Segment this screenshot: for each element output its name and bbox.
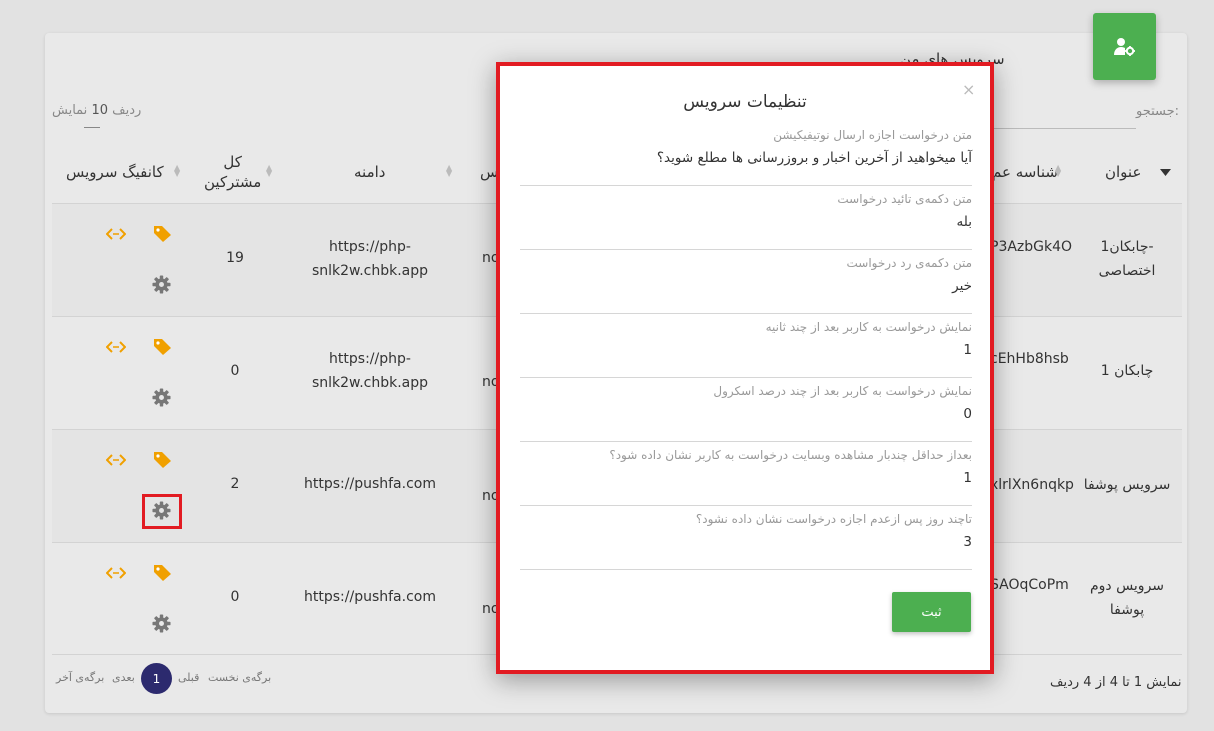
- tag-icon[interactable]: [153, 451, 172, 469]
- row-id: SAOqCoPm: [990, 577, 1069, 593]
- gear-icon[interactable]: [152, 388, 171, 407]
- sort-arrows-icon[interactable]: ▲ ▼: [266, 164, 272, 178]
- row-domain[interactable]: https://php-snlk2w.chbk.app: [300, 235, 440, 283]
- row-total: 0: [230, 363, 240, 379]
- pager-prev[interactable]: قبلی: [178, 671, 199, 684]
- field-value[interactable]: آیا میخواهید از آخرین اخبار و بروزرسانی …: [657, 150, 972, 166]
- page-size-prefix: نمایش: [52, 103, 88, 118]
- page-size-underline: [84, 127, 100, 128]
- pager-current[interactable]: 1: [141, 663, 172, 694]
- user-gear-icon: [1113, 37, 1135, 56]
- row-total: 2: [230, 476, 240, 492]
- header-domain[interactable]: دامنه: [354, 163, 385, 181]
- sort-arrows-icon[interactable]: ▲ ▼: [1055, 164, 1061, 178]
- close-icon[interactable]: ×: [962, 80, 975, 99]
- code-icon[interactable]: [106, 340, 126, 354]
- header-title[interactable]: عنوان: [1105, 163, 1141, 181]
- pager-first[interactable]: برگه‌ی نخست: [208, 671, 271, 684]
- row-total: 0: [230, 589, 240, 605]
- header-config[interactable]: کانفیگ سرویس: [66, 163, 164, 181]
- row-title: سرویس پوشفا: [1083, 477, 1171, 493]
- field-label: متن دکمه‌ی تائید درخواست: [837, 192, 972, 206]
- pager-last[interactable]: برگه‌ی آخر: [56, 671, 104, 684]
- row-title: چابکان 1: [1100, 363, 1154, 379]
- field-value[interactable]: خیر: [952, 278, 972, 294]
- field-delay-seconds[interactable]: نمایش درخواست به کاربر بعد از چند ثانیه …: [520, 314, 972, 378]
- tag-icon[interactable]: [153, 338, 172, 356]
- field-label: نمایش درخواست به کاربر بعد از چند درصد ا…: [713, 384, 972, 398]
- field-reject-button-text[interactable]: متن دکمه‌ی رد درخواست خیر: [520, 250, 972, 314]
- field-value[interactable]: 1: [963, 342, 972, 358]
- row-id: xlrlXn6nqkp: [990, 477, 1074, 493]
- tag-icon[interactable]: [153, 225, 172, 243]
- row-domain[interactable]: https://php-snlk2w.chbk.app: [300, 347, 440, 395]
- field-value[interactable]: 0: [963, 406, 972, 422]
- gear-icon[interactable]: [152, 275, 171, 294]
- field-value[interactable]: 1: [963, 470, 972, 486]
- field-label: بعداز حداقل چندبار مشاهده وبسایت درخواست…: [609, 448, 972, 462]
- row-domain[interactable]: https://pushfa.com: [300, 472, 440, 496]
- code-icon[interactable]: [106, 227, 126, 241]
- field-min-visits[interactable]: بعداز حداقل چندبار مشاهده وبسایت درخواست…: [520, 442, 972, 506]
- row-id: cEhHb8hsb: [990, 351, 1069, 367]
- row-id: P3AzbGk4O: [990, 239, 1073, 255]
- row-title: چابکان1- اختصاصی: [1098, 239, 1156, 279]
- field-label: تاچند روز پس ازعدم اجازه درخواست نشان دا…: [695, 512, 972, 526]
- submit-button[interactable]: ثبت: [892, 592, 971, 632]
- caret-down-icon[interactable]: [1160, 169, 1171, 177]
- tag-icon[interactable]: [153, 564, 172, 582]
- header-total-subscribers[interactable]: کل مشترکین: [204, 152, 261, 192]
- service-settings-modal: تنظیمات سرویس × متن درخواست اجازه ارسال …: [496, 62, 994, 674]
- field-label: نمایش درخواست به کاربر بعد از چند ثانیه: [765, 320, 972, 334]
- card-header-icon: [1093, 13, 1156, 80]
- search-input[interactable]: [990, 128, 1136, 129]
- row-total: 19: [226, 250, 244, 266]
- sort-arrows-icon[interactable]: ▲ ▼: [174, 164, 180, 178]
- modal-title: تنظیمات سرویس: [683, 92, 807, 112]
- row-title: سرویس دوم پوشفا: [1089, 578, 1165, 618]
- code-icon[interactable]: [106, 453, 126, 467]
- field-permission-text[interactable]: متن درخواست اجازه ارسال نوتیفیکیشن آیا م…: [520, 122, 972, 186]
- page-size-suffix: ردیف: [112, 103, 142, 118]
- table-info: نمایش 1 تا 4 از 4 ردیف: [1050, 675, 1182, 690]
- pager-next[interactable]: بعدی: [112, 671, 135, 684]
- header-id[interactable]: شناسه عم: [992, 163, 1058, 181]
- field-value[interactable]: 3: [963, 534, 972, 550]
- page-size-value[interactable]: 10: [91, 103, 108, 118]
- field-scroll-percent[interactable]: نمایش درخواست به کاربر بعد از چند درصد ا…: [520, 378, 972, 442]
- field-days-after-deny[interactable]: تاچند روز پس ازعدم اجازه درخواست نشان دا…: [520, 506, 972, 570]
- field-value[interactable]: بله: [957, 214, 972, 230]
- page-size-control[interactable]: ردیف 10 نمایش: [52, 103, 141, 118]
- sort-arrows-icon[interactable]: ▲ ▼: [446, 164, 452, 178]
- field-label: متن درخواست اجازه ارسال نوتیفیکیشن: [773, 128, 972, 142]
- field-label: متن دکمه‌ی رد درخواست: [846, 256, 972, 270]
- highlighted-settings-button[interactable]: [142, 494, 182, 529]
- field-accept-button-text[interactable]: متن دکمه‌ی تائید درخواست بله: [520, 186, 972, 250]
- code-icon[interactable]: [106, 566, 126, 580]
- row-domain[interactable]: https://pushfa.com: [300, 585, 440, 609]
- search-label: جستجو:: [1136, 104, 1180, 119]
- gear-icon[interactable]: [152, 614, 171, 633]
